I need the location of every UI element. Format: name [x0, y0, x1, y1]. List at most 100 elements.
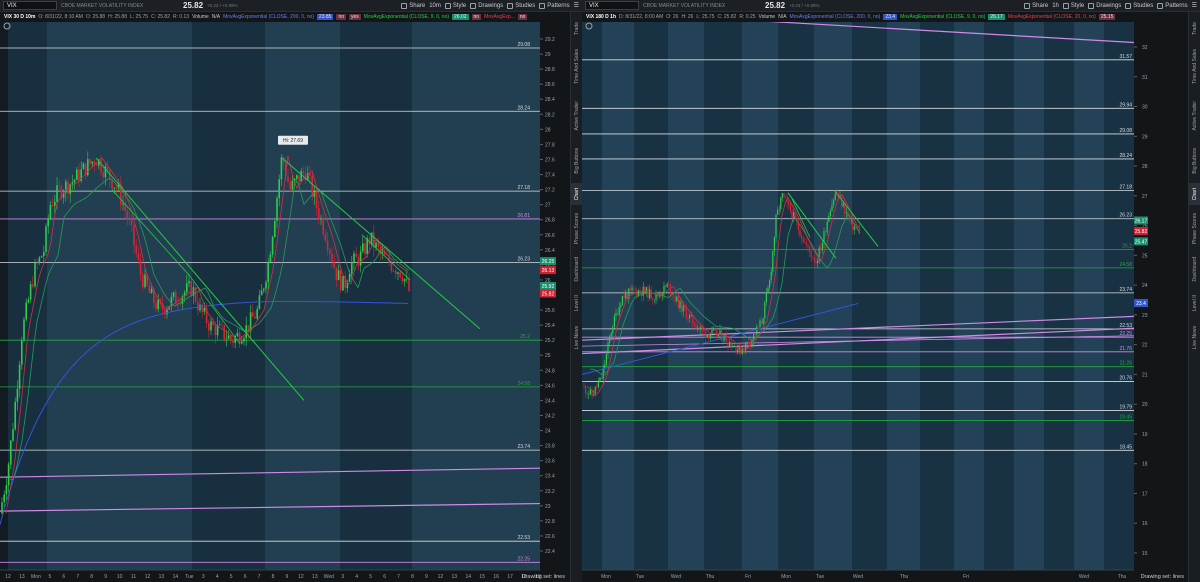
- y-tick-label: 19: [1142, 432, 1148, 438]
- right-style-button[interactable]: Style: [1062, 2, 1084, 9]
- right-menu-icon[interactable]: ☰: [1192, 2, 1197, 9]
- candle-body: [324, 234, 327, 241]
- right-ma3-label[interactable]: MovAvgExponential (CLOSE, 20, 0, no): [1008, 14, 1096, 20]
- candle-body: [695, 326, 697, 329]
- left-ma2-value: 26.02: [452, 14, 469, 20]
- candle-body: [326, 240, 329, 251]
- x-tick-label: 15: [479, 574, 485, 580]
- left-timeframe-button[interactable]: 10m: [429, 3, 441, 9]
- left-symbol-input[interactable]: VIX: [3, 1, 57, 10]
- x-tick-label: 13: [19, 574, 25, 580]
- left-studies-button[interactable]: Studies: [507, 2, 535, 9]
- left-style-button[interactable]: Style: [444, 2, 466, 9]
- candle-body: [5, 485, 8, 495]
- drawing-set-label: Drawing set: lines: [1141, 574, 1185, 580]
- candle-body: [601, 377, 603, 380]
- price-badge-label: 26.13: [542, 268, 555, 274]
- right-studies-button[interactable]: Studies: [1125, 2, 1153, 9]
- x-tick-label: Thu: [706, 574, 715, 580]
- candle-body: [263, 288, 265, 291]
- right-patterns-button[interactable]: Patterns: [1157, 2, 1188, 9]
- sidebar-tab-dashboard[interactable]: Dashboard: [1189, 252, 1200, 286]
- left-patterns-button[interactable]: Patterns: [539, 2, 570, 9]
- candle-body: [689, 315, 691, 319]
- price-level-label: 26.81: [517, 213, 530, 219]
- candle-body: [144, 274, 146, 288]
- x-tick-label: 6: [244, 574, 247, 580]
- candle-body: [716, 329, 718, 337]
- candle-body: [150, 288, 153, 294]
- left-share-button[interactable]: Share: [401, 2, 425, 9]
- sidebar-tab-dashboard[interactable]: Dashboard: [571, 252, 582, 286]
- sidebar-tab-live-news[interactable]: Live News: [571, 321, 582, 355]
- sidebar-tab-trade[interactable]: Trade: [1189, 18, 1200, 40]
- price-badge-label: 25.82: [1135, 229, 1148, 235]
- candle-body: [252, 312, 254, 317]
- candle-body: [674, 296, 676, 302]
- sidebar-tab-active-trader[interactable]: Active Trader: [1189, 93, 1200, 139]
- sidebar-tab-chart[interactable]: Chart: [1189, 183, 1200, 205]
- sidebar-tab-big-buttons[interactable]: Big Buttons: [1189, 141, 1200, 181]
- price-level-label: 27.18: [1119, 184, 1132, 190]
- y-tick-label: 24: [1142, 283, 1148, 289]
- sidebar-tab-time-and-sales[interactable]: Time And Sales: [1189, 42, 1200, 91]
- day-band: [984, 22, 1014, 570]
- left-ma2-flag: no: [471, 14, 482, 20]
- left-ma3-label[interactable]: MovAvgExp...: [484, 14, 515, 20]
- candle-body: [256, 308, 258, 319]
- sidebar-tab-active-trader[interactable]: Active Trader: [571, 93, 582, 139]
- candle-body: [199, 304, 201, 311]
- right-ma1-label[interactable]: MovAvgExponential (CLOSE, 200, 0, no): [790, 14, 881, 20]
- left-menu-icon[interactable]: ☰: [574, 2, 579, 9]
- right-drawings-button[interactable]: Drawings: [1088, 2, 1121, 9]
- sidebar-tab-big-buttons[interactable]: Big Buttons: [571, 141, 582, 181]
- right-timeframe-button[interactable]: 1h: [1052, 3, 1059, 9]
- candle-body: [767, 287, 769, 294]
- left-chart-canvas[interactable]: 29.2 29 28.8 28.6 28.4 28.2 28 27.8 27.6 27.4 27.2…: [0, 22, 570, 582]
- candle-body: [23, 319, 25, 341]
- candle-body: [623, 296, 625, 299]
- left-drawings-button[interactable]: Drawings: [470, 2, 503, 9]
- day-band: [954, 22, 984, 570]
- price-level-label: 26.23: [517, 257, 530, 263]
- day-band: [582, 22, 602, 570]
- sidebar-tab-trade[interactable]: Trade: [571, 18, 582, 40]
- right-share-button[interactable]: Share: [1024, 2, 1048, 9]
- sidebar-tab-phase-scores[interactable]: Phase Scores: [1189, 207, 1200, 250]
- day-band: [1074, 22, 1104, 570]
- candle-body: [362, 243, 364, 252]
- candle-body: [133, 224, 135, 246]
- right-chart-canvas[interactable]: 32313029282726252423222120191817161531.5…: [582, 22, 1188, 582]
- sidebar-tab-level-ii[interactable]: Level II: [1189, 288, 1200, 319]
- right-volume-label[interactable]: Volume: [759, 14, 776, 20]
- candle-body: [269, 254, 272, 263]
- x-tick-label: Wed: [853, 574, 863, 580]
- sidebar-tab-phase-scores[interactable]: Phase Scores: [571, 207, 582, 250]
- right-stat: O: 26: [666, 14, 679, 20]
- sidebar-tab-chart[interactable]: Chart: [571, 183, 582, 205]
- candle-body: [397, 272, 399, 275]
- sidebar-tab-level-ii[interactable]: Level II: [571, 288, 582, 319]
- candle-body: [21, 340, 23, 365]
- candle-body: [789, 204, 791, 212]
- left-ma1-label[interactable]: MovAvgExponential (CLOSE, 200, 0, no): [223, 14, 314, 20]
- left-ma2-label[interactable]: MovAvgExponential (CLOSE, 9, 0, no): [364, 14, 449, 20]
- candle-body: [175, 292, 177, 304]
- left-volume-value: N/A: [211, 14, 221, 20]
- candle-body: [813, 258, 815, 262]
- sidebar-tab-time-and-sales[interactable]: Time And Sales: [571, 42, 582, 91]
- candle-body: [583, 386, 585, 387]
- candle-body: [621, 296, 623, 306]
- day-band: [920, 22, 954, 570]
- candle-body: [673, 295, 675, 297]
- session-band: [412, 22, 540, 570]
- left-stat: R: 0.13: [172, 14, 190, 20]
- sidebar-tab-live-news[interactable]: Live News: [1189, 321, 1200, 355]
- x-tick-label: Wed: [1079, 574, 1089, 580]
- sidebar-tab-label: Chart: [1192, 187, 1198, 201]
- y-tick-label: 23.8: [545, 444, 555, 450]
- right-symbol-input[interactable]: VIX: [585, 1, 639, 10]
- day-band: [1014, 22, 1044, 570]
- left-volume-label[interactable]: Volume: [192, 14, 209, 20]
- right-ma2-label[interactable]: MovAvgExponential (CLOSE, 9, 0, no): [900, 14, 985, 20]
